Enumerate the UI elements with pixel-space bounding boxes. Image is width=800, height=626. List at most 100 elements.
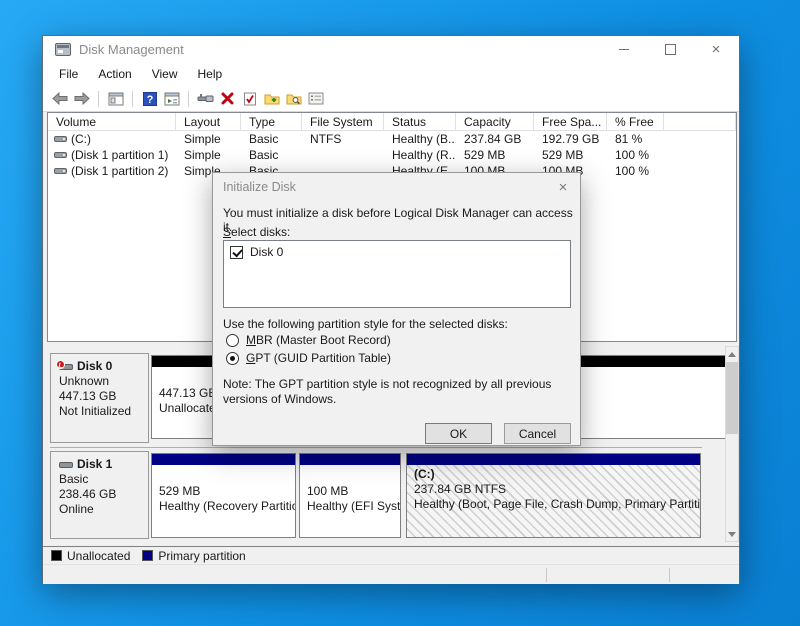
partition-style-label: Use the following partition style for th… [223,317,508,331]
gpt-radio[interactable] [226,352,239,365]
partition-size: 100 MB [307,484,400,499]
disk0-list-item[interactable]: Disk 0 [230,245,564,259]
close-button[interactable]: × [693,36,739,62]
disk1-size: 238.46 GB [59,487,148,502]
gpt-radio-option[interactable]: GPT (GUID Partition Table) [226,351,391,365]
unallocated-legend-label: Unallocated [67,549,130,563]
unallocated-swatch [51,550,62,561]
menu-help[interactable]: Help [188,64,233,84]
delete-icon[interactable] [219,91,236,107]
primary-color-bar [300,454,400,465]
disk1-partition-efi[interactable]: 100 MB Healthy (EFI System [299,453,401,538]
primary-partition-legend-label: Primary partition [158,549,245,563]
column-status[interactable]: Status [384,113,456,130]
title-bar[interactable]: Disk Management × [43,36,739,62]
partition-status: Healthy (EFI System [307,499,400,514]
toolbar: ? [43,86,739,112]
disk-select-listbox[interactable]: Disk 0 [223,240,571,308]
gpt-note: Note: The GPT partition style is not rec… [223,377,563,407]
disk1-partition-recovery[interactable]: 529 MB Healthy (Recovery Partition [151,453,296,538]
cell-capacity: 237.84 GB [456,132,534,146]
dialog-title-bar[interactable]: Initialize Disk × [213,173,580,201]
mbr-radio-option[interactable]: MBR (Master Boot Record) [226,333,391,347]
primary-color-bar [152,454,295,465]
volume-list-header: Volume Layout Type File System Status Ca… [48,113,736,131]
scrollbar-thumb[interactable] [726,362,738,434]
svg-text:?: ? [146,94,153,106]
cell-pct: 100 % [607,148,664,162]
status-bar [43,564,739,584]
vertical-scrollbar[interactable] [725,346,739,542]
status-separator [669,568,670,582]
primary-partition-swatch [142,550,153,561]
dialog-close-icon[interactable]: × [552,177,574,197]
initialize-disk-dialog: Initialize Disk × You must initialize a … [212,172,581,446]
primary-color-bar [407,454,700,465]
volume-row-disk1-p1[interactable]: (Disk 1 partition 1) Simple Basic Health… [48,147,736,163]
mbr-radio[interactable] [226,334,239,347]
volume-icon [54,168,67,174]
cell-capacity: 529 MB [456,148,534,162]
disk-icon [59,364,73,370]
minimize-button[interactable] [601,36,647,62]
ok-button[interactable]: OK [425,423,492,444]
cell-type: Basic [241,148,302,162]
status-separator [546,568,547,582]
app-icon [55,43,71,56]
check-document-icon[interactable] [241,91,258,107]
select-disks-label: Select disks: [223,225,290,239]
volume-icon [54,152,67,158]
disk0-type: Unknown [59,374,148,389]
properties-icon[interactable] [307,91,324,107]
scroll-down-icon[interactable] [726,527,738,541]
cell-status: Healthy (R... [384,148,456,162]
column-free-space[interactable]: Free Spa... [534,113,607,130]
console-window-icon[interactable] [107,91,124,107]
back-icon[interactable] [51,91,68,107]
column-type[interactable]: Type [241,113,302,130]
disk1-partition-c[interactable]: (C:) 237.84 GB NTFS Healthy (Boot, Page … [406,453,701,538]
toolbar-separator [98,91,99,107]
volume-icon [54,136,67,142]
cancel-button[interactable]: Cancel [504,423,571,444]
disk0-size: 447.13 GB [59,389,148,404]
disk0-checkbox[interactable] [230,246,243,259]
column-file-system[interactable]: File System [302,113,384,130]
folder-export-icon[interactable] [263,91,280,107]
volume-name: (C:) [71,132,91,146]
menu-action[interactable]: Action [88,64,141,84]
column-layout[interactable]: Layout [176,113,241,130]
menu-file[interactable]: File [49,64,88,84]
volume-row-c[interactable]: (C:) Simple Basic NTFS Healthy (B... 237… [48,131,736,147]
menu-bar: File Action View Help [43,62,739,86]
window-title: Disk Management [79,42,184,57]
partition-size: 237.84 GB NTFS [414,482,700,497]
disk0-item-label: Disk 0 [250,245,283,259]
volume-name: (Disk 1 partition 1) [71,148,168,162]
column-capacity[interactable]: Capacity [456,113,534,130]
disk0-label-box[interactable]: Disk 0 Unknown 447.13 GB Not Initialized [50,353,149,443]
disk1-label-box[interactable]: Disk 1 Basic 238.46 GB Online [50,451,149,539]
cell-status: Healthy (B... [384,132,456,146]
disk1-type: Basic [59,472,148,487]
column-volume[interactable]: Volume [48,113,176,130]
cell-type: Basic [241,132,302,146]
column-pct-free[interactable]: % Free [607,113,664,130]
legend-bar: Unallocated Primary partition [43,546,739,564]
disk0-name: Disk 0 [77,359,112,374]
gpt-label: GPT (GUID Partition Table) [246,351,391,365]
partition-status: Healthy (Recovery Partition [159,499,295,514]
volume-name: (Disk 1 partition 2) [71,164,168,178]
cell-layout: Simple [176,132,241,146]
disk1-name: Disk 1 [77,457,112,472]
maximize-button[interactable] [647,36,693,62]
folder-search-icon[interactable] [285,91,302,107]
tool-icon[interactable] [197,91,214,107]
scroll-up-icon[interactable] [726,347,738,361]
cell-layout: Simple [176,148,241,162]
help-icon[interactable]: ? [141,91,158,107]
partition-size: 529 MB [159,484,295,499]
menu-view[interactable]: View [142,64,188,84]
forward-icon[interactable] [73,91,90,107]
console-tree-icon[interactable] [163,91,180,107]
